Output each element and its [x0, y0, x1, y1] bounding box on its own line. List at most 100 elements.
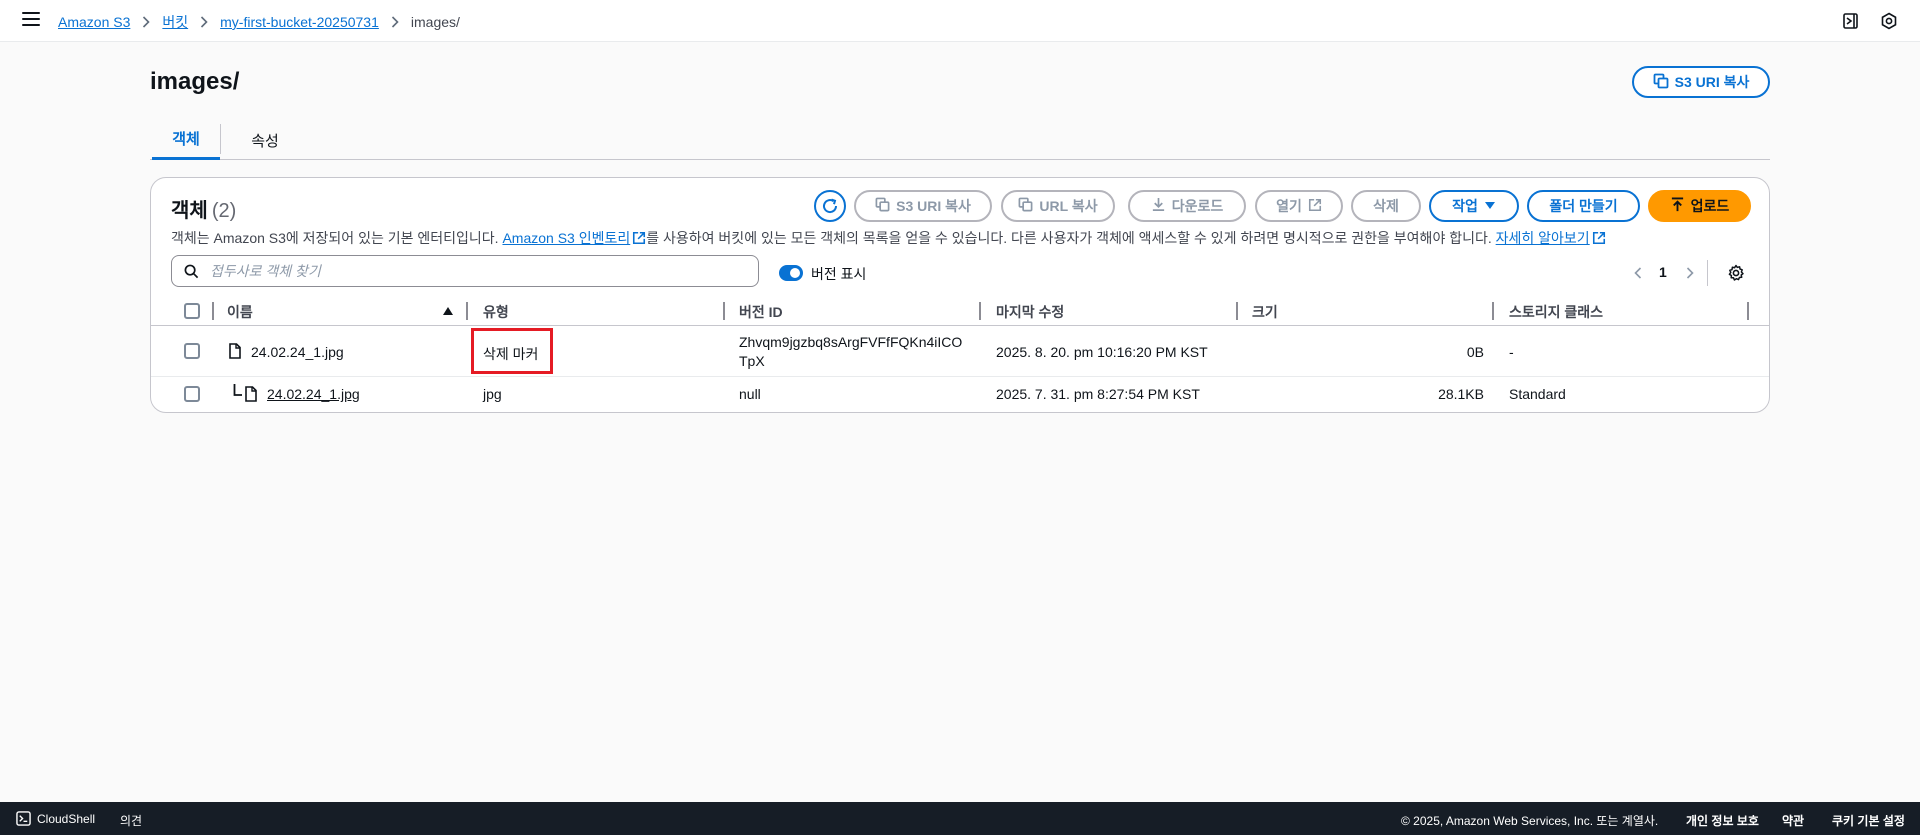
copy-url-button[interactable]: URL 복사	[1001, 190, 1115, 222]
breadcrumb-bucket[interactable]: my-first-bucket-20250731	[220, 14, 379, 30]
tab-objects[interactable]: 객체	[152, 120, 220, 160]
learn-more-link[interactable]: 자세히 알아보기	[1496, 230, 1606, 246]
highlight-box	[471, 328, 553, 374]
chevron-right-icon[interactable]	[1683, 264, 1697, 282]
object-type: jpg	[483, 386, 502, 402]
chevron-right-icon	[200, 16, 208, 28]
copy-s3-uri-button[interactable]: S3 URI 복사	[854, 190, 992, 222]
column-separator[interactable]	[466, 302, 468, 320]
table-header: 이름 유형 버전 ID 마지막 수정 크기 스토리지 클래스	[151, 296, 1769, 326]
table-row[interactable]: 24.02.24_1.jpg jpg null 2025. 7. 31. pm …	[151, 377, 1769, 413]
info-panel-icon[interactable]	[1841, 11, 1861, 31]
breadcrumb: Amazon S3 버킷 my-first-bucket-20250731 im…	[58, 12, 460, 32]
create-folder-button[interactable]: 폴더 만들기	[1527, 190, 1640, 222]
objects-count: (2)	[211, 200, 237, 222]
row-checkbox[interactable]	[184, 343, 200, 359]
object-version-id: null	[739, 386, 761, 402]
help-icon[interactable]	[1879, 11, 1899, 31]
top-navigation-bar: Amazon S3 버킷 my-first-bucket-20250731 im…	[0, 0, 1920, 42]
copy-s3-uri-header-button[interactable]: S3 URI 복사	[1632, 66, 1770, 98]
tab-divider	[220, 124, 221, 154]
external-link-icon	[1592, 231, 1606, 248]
external-link-icon	[632, 231, 646, 248]
cookie-preferences-link[interactable]: 쿠키 기본 설정	[1832, 812, 1905, 829]
column-size[interactable]: 크기	[1252, 302, 1278, 322]
feedback-link[interactable]: 의견	[120, 812, 142, 829]
upload-label: 업로드	[1690, 198, 1730, 214]
object-version-id-2: TpX	[739, 353, 765, 369]
version-branch-icon	[233, 384, 243, 401]
column-type[interactable]: 유형	[483, 302, 509, 322]
row-checkbox[interactable]	[184, 386, 200, 402]
open-label: 열기	[1276, 198, 1302, 214]
objects-heading: 객체 (2)	[171, 194, 236, 223]
refresh-button[interactable]	[814, 190, 846, 222]
description-text-2: 를 사용하여 버킷에 있는 모든 객체의 목록을 얻을 수 있습니다. 다른 사…	[646, 230, 1492, 246]
chevron-left-icon[interactable]	[1631, 264, 1645, 282]
objects-description: 객체는 Amazon S3에 저장되어 있는 기본 엔터티입니다. Amazon…	[171, 228, 1606, 248]
column-name[interactable]: 이름	[227, 302, 253, 322]
object-version-id: Zhvqm9jgzbq8sArgFVFfFQKn4iICO	[739, 334, 963, 350]
objects-title: 객체	[171, 200, 208, 222]
privacy-link[interactable]: 개인 정보 보호	[1686, 812, 1759, 829]
copy-url-label: URL 복사	[1039, 198, 1098, 214]
column-separator[interactable]	[979, 302, 981, 320]
file-icon	[229, 343, 241, 362]
open-button[interactable]: 열기	[1255, 190, 1343, 222]
file-icon	[245, 386, 257, 405]
column-separator[interactable]	[723, 302, 725, 320]
object-name: 24.02.24_1.jpg	[251, 344, 344, 360]
upload-icon	[1670, 197, 1685, 215]
copy-s3-uri-label: S3 URI 복사	[1674, 74, 1750, 90]
tab-properties[interactable]: 속성	[230, 120, 300, 160]
cloudshell-icon[interactable]	[16, 811, 31, 829]
inventory-link[interactable]: Amazon S3 인벤토리	[502, 230, 646, 246]
column-separator	[212, 302, 214, 320]
pager-divider	[1707, 260, 1708, 286]
object-size: 0B	[1466, 344, 1484, 360]
column-separator[interactable]	[1236, 302, 1238, 320]
actions-label: 작업	[1452, 198, 1478, 214]
sort-ascending-icon[interactable]	[443, 307, 453, 315]
delete-button[interactable]: 삭제	[1351, 190, 1421, 222]
copyright-text: © 2025, Amazon Web Services, Inc. 또는 계열사…	[1401, 814, 1659, 828]
search-box	[171, 255, 759, 287]
object-last-modified: 2025. 7. 31. pm 8:27:54 PM KST	[996, 386, 1200, 402]
download-label: 다운로드	[1171, 198, 1224, 214]
chevron-right-icon	[142, 16, 151, 28]
object-storage-class: Standard	[1509, 386, 1566, 402]
select-all-checkbox[interactable]	[184, 303, 200, 319]
page-title: images/	[150, 68, 240, 95]
copy-icon	[1653, 73, 1669, 92]
menu-icon[interactable]	[22, 12, 40, 28]
page-number[interactable]: 1	[1659, 264, 1667, 280]
column-separator[interactable]	[1747, 302, 1749, 320]
object-name-link[interactable]: 24.02.24_1.jpg	[267, 386, 360, 402]
upload-button[interactable]: 업로드	[1648, 190, 1751, 222]
table-row[interactable]: 24.02.24_1.jpg 삭제 마커 Zhvqm9jgzbq8sArgFVF…	[151, 327, 1769, 377]
actions-dropdown[interactable]: 작업	[1429, 190, 1519, 222]
caret-down-icon	[1484, 198, 1496, 214]
breadcrumb-buckets[interactable]: 버킷	[162, 12, 188, 32]
copy-icon	[1018, 197, 1033, 215]
tab-bar: 객체 속성	[150, 120, 1770, 160]
column-storage-class[interactable]: 스토리지 클래스	[1509, 302, 1603, 322]
copy-icon	[875, 197, 890, 215]
settings-icon[interactable]	[1727, 264, 1745, 282]
objects-panel: 객체 (2) S3 URI 복사 URL 복사 다운로드 열기 삭제 작업 폴더 …	[150, 177, 1770, 413]
download-icon	[1151, 197, 1166, 215]
object-last-modified: 2025. 8. 20. pm 10:16:20 PM KST	[996, 344, 1208, 360]
description-text: 객체는 Amazon S3에 저장되어 있는 기본 엔터티입니다.	[171, 230, 499, 246]
search-icon	[184, 264, 199, 282]
terms-link[interactable]: 약관	[1782, 812, 1804, 829]
column-version-id[interactable]: 버전 ID	[739, 302, 783, 322]
show-versions-toggle[interactable]	[779, 265, 803, 281]
breadcrumb-amazon-s3[interactable]: Amazon S3	[58, 14, 130, 30]
search-input[interactable]	[210, 261, 740, 281]
chevron-right-icon	[391, 16, 399, 28]
external-link-icon	[1308, 198, 1322, 215]
download-button[interactable]: 다운로드	[1128, 190, 1246, 222]
column-last-modified[interactable]: 마지막 수정	[996, 302, 1064, 322]
column-separator[interactable]	[1492, 302, 1494, 320]
cloudshell-link[interactable]: CloudShell	[37, 812, 95, 826]
